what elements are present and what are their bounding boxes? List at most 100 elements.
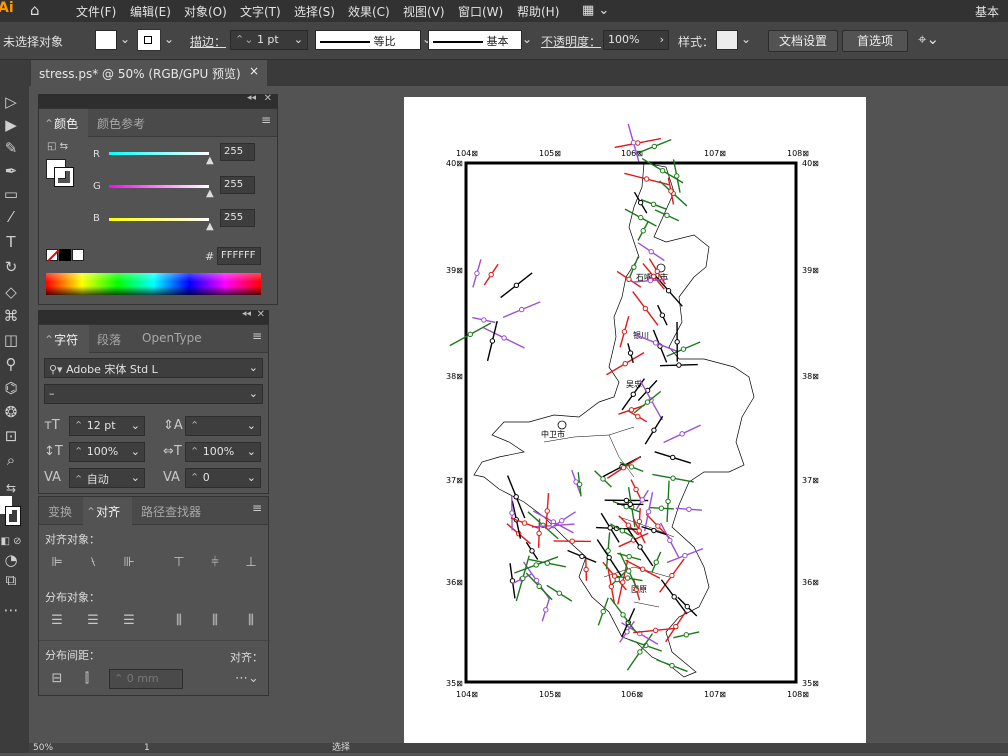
black-swatch[interactable] (59, 249, 71, 261)
status-mode[interactable]: 选择 (332, 743, 350, 753)
align-top-icon[interactable]: ⊤ (171, 555, 187, 571)
home-icon[interactable]: ⌂ (30, 1, 40, 19)
brush-tool-icon[interactable]: ⁄ (0, 207, 22, 227)
page-number[interactable]: 1 (144, 743, 150, 753)
leading-input[interactable]: ⌃ ⌄ (185, 416, 261, 436)
vertical-spacing-icon[interactable]: ⊟ (49, 671, 65, 687)
menu-window[interactable]: 窗口(W) (458, 3, 503, 20)
slider-thumb-icon[interactable]: ▲ (206, 221, 214, 232)
stroke-weight-input[interactable]: ⌃⌄ 1 pt ⌄ (230, 30, 308, 50)
menu-type[interactable]: 文字(T) (240, 3, 281, 20)
arrange-icon[interactable]: ⌖⌄ (918, 30, 939, 48)
chevron-down-icon[interactable]: ⌄ (741, 32, 751, 46)
symbol-sprayer-icon[interactable]: ❂ (0, 402, 22, 422)
pen-tool-icon[interactable]: ✒ (0, 161, 22, 181)
menu-select[interactable]: 选择(S) (294, 3, 335, 20)
align-vcenter-icon[interactable]: ⫩ (207, 555, 223, 571)
white-swatch[interactable] (72, 249, 84, 261)
brush-definition[interactable]: 基本 (428, 30, 522, 50)
distribute-hcenter-icon[interactable]: ⫼ (207, 613, 223, 629)
close-icon[interactable]: ✕ (264, 93, 272, 104)
tab-opentype[interactable]: OpenType (142, 331, 202, 345)
b-value[interactable]: 255 (220, 209, 255, 227)
stroke-swatch[interactable] (138, 30, 160, 50)
tab-align[interactable]: ⌃对齐 (86, 503, 120, 520)
distribute-left-icon[interactable]: ⫼ (171, 613, 187, 629)
arrange-documents-icon[interactable]: ▦ ⌄ (582, 3, 609, 18)
panel-menu-icon[interactable]: ≡ (252, 329, 262, 343)
color-spectrum[interactable] (46, 273, 261, 295)
panel-menu-icon[interactable]: ≡ (252, 501, 262, 515)
warp-tool-icon[interactable]: ⌘ (0, 306, 22, 326)
b-slider[interactable] (109, 218, 209, 221)
rectangle-tool-icon[interactable]: ▭ (0, 184, 22, 204)
distribute-top-icon[interactable]: ☰ (49, 613, 65, 629)
document-tab[interactable]: stress.ps* @ 50% (RGB/GPU 预览) × (31, 60, 267, 86)
menu-object[interactable]: 对象(O) (184, 3, 227, 20)
distribute-bottom-icon[interactable]: ☰ (121, 613, 137, 629)
draw-modes-icon[interactable]: ◔ (0, 550, 22, 570)
stroke-swatch[interactable] (55, 168, 73, 186)
panel-menu-icon[interactable]: ≡ (261, 113, 271, 127)
opacity-input[interactable]: 100%› (603, 30, 669, 50)
vertical-scale-input[interactable]: ⌃ 100%⌄ (69, 442, 145, 462)
font-style-select[interactable]: –⌄ (44, 384, 263, 404)
none-swatch-icon[interactable] (46, 249, 58, 261)
slider-thumb-icon[interactable]: ▲ (206, 188, 214, 199)
menu-edit[interactable]: 编辑(E) (130, 3, 171, 20)
g-value[interactable]: 255 (220, 176, 255, 194)
align-to-selection-icon[interactable]: ⋯⌄ (233, 671, 261, 687)
align-right-icon[interactable]: ⊪ (121, 555, 137, 571)
spacing-input[interactable]: ⌃ 0 mm (109, 669, 183, 689)
color-modes-icon[interactable]: ◧ ⊘ (0, 532, 22, 552)
tab-color[interactable]: ⌃颜色 (44, 115, 78, 132)
magic-wand-icon[interactable]: ✎ (0, 138, 22, 158)
zoom-tool-icon[interactable]: ⌕ (0, 450, 22, 470)
menu-view[interactable]: 视图(V) (403, 3, 445, 20)
tab-character[interactable]: ⌃字符 (44, 331, 78, 348)
tab-color-guide[interactable]: 颜色参考 (97, 115, 145, 132)
more-tools-icon[interactable]: ⋯ (0, 600, 22, 620)
tab-pathfinder[interactable]: 路径查找器 (141, 503, 201, 520)
workspace-switcher[interactable]: 基本 (975, 3, 999, 20)
blend-tool-icon[interactable]: ⌬ (0, 378, 22, 398)
chevron-down-icon[interactable]: ⌄ (522, 32, 532, 46)
default-colors-icon[interactable]: ◱ ⇆ (47, 141, 68, 152)
variable-width-profile[interactable]: 等比 (315, 30, 421, 50)
artboard[interactable]: 104⊠ 105⊠ 106⊠ 107⊠ 108⊠ 104⊠ 105⊠ 106⊠ … (404, 97, 866, 753)
rotate-tool-icon[interactable]: ↻ (0, 257, 22, 277)
align-hcenter-icon[interactable]: ⧷ (85, 555, 101, 571)
artboard-tool-icon[interactable]: ⊡ (0, 426, 22, 446)
collapse-icon[interactable]: ◂◂ (242, 309, 251, 319)
distribute-right-icon[interactable]: ⫼ (243, 613, 259, 629)
distribute-vcenter-icon[interactable]: ☰ (85, 613, 101, 629)
close-icon[interactable]: × (249, 64, 259, 78)
g-slider[interactable] (109, 185, 209, 188)
tab-transform[interactable]: 变换 (48, 503, 72, 520)
document-setup-button[interactable]: 文档设置 (768, 30, 838, 52)
kerning-input[interactable]: ⌃ 自动⌄ (69, 468, 145, 488)
eraser-tool-icon[interactable]: ◇ (0, 282, 22, 302)
align-bottom-icon[interactable]: ⊥ (243, 555, 259, 571)
hex-value[interactable]: FFFFFF (217, 247, 261, 265)
close-icon[interactable]: ✕ (257, 309, 265, 320)
graphic-style-swatch[interactable] (716, 30, 738, 50)
menu-file[interactable]: 文件(F) (76, 3, 116, 20)
fill-swatch[interactable] (95, 30, 117, 50)
tab-paragraph[interactable]: 段落 (97, 331, 121, 348)
preferences-button[interactable]: 首选项 (842, 30, 908, 52)
selection-tool-icon[interactable]: ▷ (0, 92, 22, 112)
zoom-level[interactable]: 50% (33, 743, 53, 753)
align-left-icon[interactable]: ⊫ (49, 555, 65, 571)
horizontal-spacing-icon[interactable]: ⫿ (79, 671, 95, 687)
horizontal-scale-input[interactable]: ⌃ 100%⌄ (185, 442, 261, 462)
chevron-down-icon[interactable]: ⌄ (164, 32, 174, 46)
collapse-icon[interactable]: ◂◂ (247, 93, 256, 103)
screen-mode-icon[interactable]: ⧉ (0, 570, 22, 590)
chevron-down-icon[interactable]: ⌄ (120, 32, 130, 46)
font-size-input[interactable]: ⌃ 12 pt⌄ (69, 416, 145, 436)
slider-thumb-icon[interactable]: ▲ (206, 155, 214, 166)
shape-builder-icon[interactable]: ◫ (0, 330, 22, 350)
r-slider[interactable] (109, 152, 209, 155)
r-value[interactable]: 255 (220, 143, 255, 161)
